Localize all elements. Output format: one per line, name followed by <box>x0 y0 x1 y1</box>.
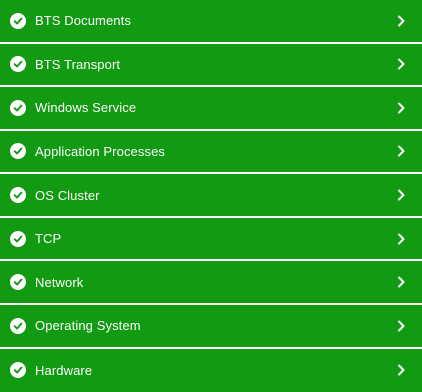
list-item-label: Operating System <box>35 318 141 334</box>
list-item-label: OS Cluster <box>35 187 100 203</box>
chevron-right-icon[interactable] <box>397 364 406 376</box>
chevron-right-icon[interactable] <box>397 320 406 332</box>
check-circle-icon <box>10 143 26 160</box>
chevron-right-icon[interactable] <box>397 15 406 27</box>
check-circle-icon <box>10 230 26 247</box>
list-item-label: Hardware <box>35 362 93 378</box>
chevron-right-icon[interactable] <box>397 102 406 114</box>
chevron-right-icon[interactable] <box>397 233 406 245</box>
check-circle-icon <box>10 362 26 379</box>
list-item-label: Network <box>35 274 84 290</box>
check-circle-icon <box>10 187 26 204</box>
check-circle-icon <box>10 99 26 116</box>
list-item-label: Windows Service <box>35 100 137 116</box>
list-item-windows-service[interactable]: Windows Service <box>0 87 422 129</box>
list-item-label: Application Processes <box>35 143 165 159</box>
list-item-tcp[interactable]: TCP <box>0 217 422 260</box>
list-item-application-processes[interactable]: Application Processes <box>0 130 422 173</box>
list-item-bts-transport[interactable]: BTS Transport <box>0 43 422 86</box>
list-item-label: TCP <box>35 231 62 247</box>
check-circle-icon <box>10 12 26 29</box>
chevron-right-icon[interactable] <box>397 145 406 157</box>
check-circle-icon <box>10 274 26 291</box>
list-item-operating-system[interactable]: Operating System <box>0 304 422 347</box>
check-circle-icon <box>10 317 26 334</box>
list-item-hardware[interactable]: Hardware <box>0 348 422 392</box>
chevron-right-icon[interactable] <box>397 276 406 288</box>
list-item-bts-documents[interactable]: BTS Documents <box>0 0 422 42</box>
list-item-label: BTS Transport <box>35 56 121 72</box>
list-item-label: BTS Documents <box>35 13 131 29</box>
chevron-right-icon[interactable] <box>397 189 406 201</box>
list-item-os-cluster[interactable]: OS Cluster <box>0 174 422 216</box>
check-circle-icon <box>10 56 26 73</box>
status-list: BTS Documents BTS Transport Windows Serv… <box>0 0 422 392</box>
chevron-right-icon[interactable] <box>397 58 406 70</box>
list-item-network[interactable]: Network <box>0 261 422 303</box>
